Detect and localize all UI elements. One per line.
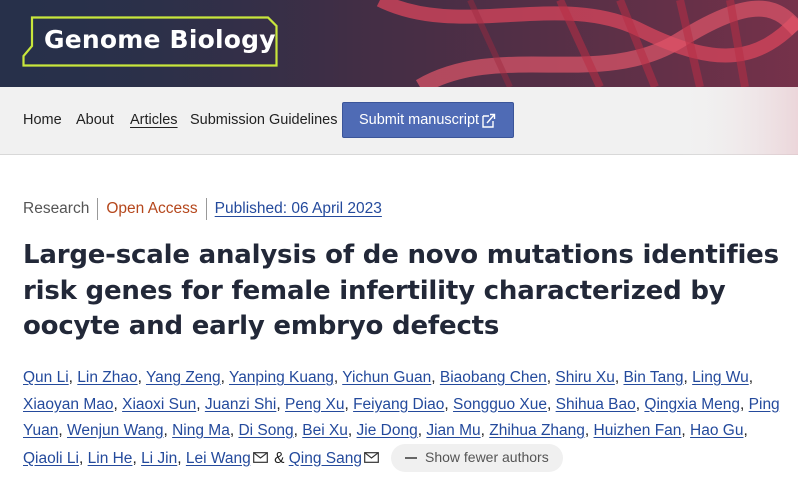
author-link[interactable]: Juanzi Shi bbox=[205, 396, 277, 413]
show-fewer-label: Show fewer authors bbox=[424, 449, 549, 466]
author-link[interactable]: Bin Tang bbox=[623, 369, 683, 386]
submit-button-label: Submit manuscript bbox=[359, 112, 480, 128]
author-link[interactable]: Yuan bbox=[23, 422, 58, 439]
nav-submission-guidelines[interactable]: Submission Guidelines bbox=[190, 112, 338, 128]
author-link[interactable]: Yang Zeng bbox=[146, 369, 221, 386]
author-link[interactable]: Di Song bbox=[238, 422, 293, 439]
author-link[interactable]: Xiaoyan Mao bbox=[23, 396, 113, 413]
main-nav: Home About Articles Submission Guideline… bbox=[0, 87, 798, 155]
title-line: Large-scale analysis of de novo mutation… bbox=[23, 240, 779, 270]
envelope-icon[interactable] bbox=[364, 451, 379, 463]
submit-manuscript-button[interactable]: Submit manuscript bbox=[342, 102, 514, 138]
author-link[interactable]: Shiru Xu bbox=[555, 369, 614, 386]
author-line: Qun Li, Lin Zhao, Yang Zeng, Yanping Kua… bbox=[23, 369, 754, 386]
journal-name: Genome Biology bbox=[44, 25, 276, 54]
nav-articles[interactable]: Articles bbox=[130, 112, 178, 128]
nav-banner-fade bbox=[678, 87, 798, 155]
author-link[interactable]: Jian Mu bbox=[426, 422, 480, 439]
nav-about[interactable]: About bbox=[76, 112, 114, 128]
meta-divider bbox=[205, 198, 207, 220]
author-link[interactable]: Hao Gu bbox=[690, 422, 743, 439]
author-link[interactable]: Zhihua Zhang bbox=[489, 422, 585, 439]
author-line: Qiaoli Li, Lin He, Li Jin, Lei Wang & Qi… bbox=[23, 443, 783, 472]
author-line: Yuan, Wenjun Wang, Ning Ma, Di Song, Bei… bbox=[23, 422, 748, 439]
published-date-link[interactable]: Published: 06 April 2023 bbox=[215, 200, 382, 218]
author-link[interactable]: Li Jin bbox=[141, 450, 177, 467]
author-link[interactable]: Huizhen Fan bbox=[594, 422, 682, 439]
author-link[interactable]: Songguo Xue bbox=[453, 396, 547, 413]
external-link-icon bbox=[482, 113, 496, 128]
author-line: Xiaoyan Mao, Xiaoxi Sun, Juanzi Shi, Pen… bbox=[23, 395, 780, 413]
minus-icon bbox=[404, 456, 417, 459]
author-link[interactable]: Qiaoli Li bbox=[23, 450, 79, 467]
author-link[interactable]: Peng Xu bbox=[285, 396, 344, 413]
author-link[interactable]: Jie Dong bbox=[357, 422, 418, 439]
show-fewer-authors-button[interactable]: Show fewer authors bbox=[390, 443, 563, 472]
nav-home[interactable]: Home bbox=[23, 112, 62, 128]
author-link[interactable]: Lei Wang bbox=[186, 450, 251, 467]
article-title: Large-scale analysis of de novo mutation… bbox=[23, 238, 783, 345]
article-meta: Research Open Access Published: 06 April… bbox=[23, 198, 382, 220]
author-link[interactable]: Qing Sang bbox=[289, 450, 362, 467]
author-link[interactable]: Yichun Guan bbox=[342, 369, 431, 386]
author-link[interactable]: Qingxia Meng bbox=[644, 396, 740, 413]
author-link[interactable]: Ping bbox=[749, 396, 780, 413]
author-link[interactable]: Ning Ma bbox=[172, 422, 230, 439]
journal-logo[interactable]: Genome Biology bbox=[22, 16, 278, 67]
author-link[interactable]: Biaobang Chen bbox=[440, 369, 547, 386]
author-link[interactable]: Lin Zhao bbox=[77, 369, 137, 386]
title-line: risk genes for female infertility charac… bbox=[23, 275, 726, 306]
author-link[interactable]: Ling Wu bbox=[692, 369, 749, 386]
envelope-icon[interactable] bbox=[252, 451, 268, 463]
author-link[interactable]: Qun Li bbox=[23, 369, 69, 386]
site-header: Genome Biology bbox=[0, 0, 798, 87]
open-access-badge: Open Access bbox=[106, 200, 198, 217]
author-link[interactable]: Lin He bbox=[88, 450, 133, 467]
author-link[interactable]: Shihua Bao bbox=[556, 396, 636, 413]
author-link[interactable]: Xiaoxi Sun bbox=[122, 396, 196, 413]
article-type: Research bbox=[23, 200, 90, 217]
author-link[interactable]: Feiyang Diao bbox=[353, 396, 444, 413]
author-link[interactable]: Bei Xu bbox=[302, 422, 348, 439]
author-link[interactable]: Yanping Kuang bbox=[229, 369, 334, 386]
author-link[interactable]: Wenjun Wang bbox=[67, 422, 164, 439]
meta-divider bbox=[97, 198, 99, 220]
author-list: Qun Li, Lin Zhao, Yang Zeng, Yanping Kua… bbox=[23, 365, 783, 472]
title-line: oocyte and early embryo defects bbox=[23, 311, 500, 341]
